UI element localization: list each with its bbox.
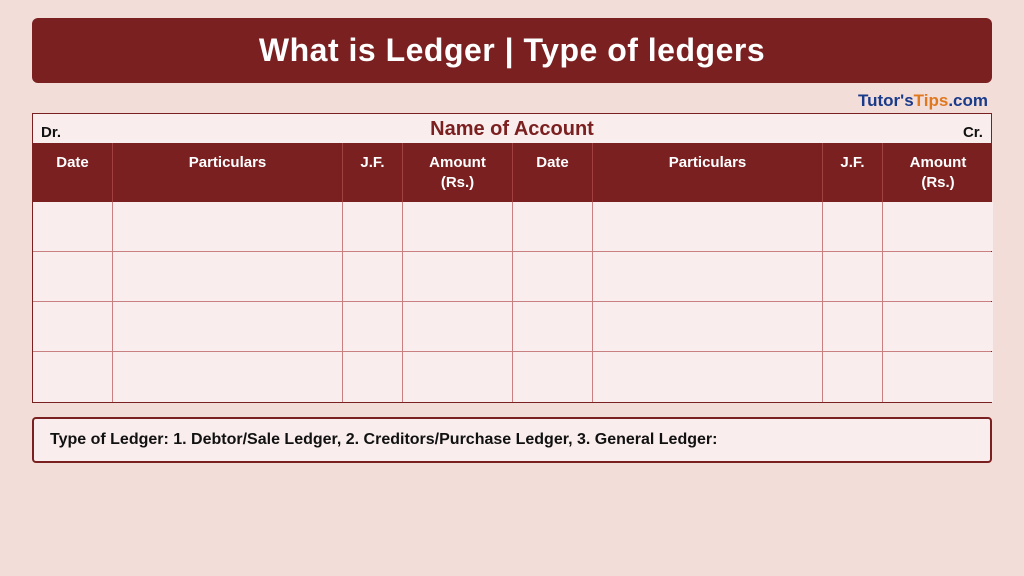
body-date-left-3 [33,302,113,351]
header-particulars-left: Particulars [113,143,343,202]
header-date-left: Date [33,143,113,202]
body-particulars-left-2 [113,252,343,301]
body-amount-right-1 [883,202,993,251]
body-particulars-right-4 [593,352,823,402]
brand-tips: Tips [914,91,949,110]
footer-text: Type of Ledger: 1. Debtor/Sale Ledger, 2… [50,431,974,449]
body-amount-right-3 [883,302,993,351]
ledger-account-name: Name of Account [430,118,594,141]
body-jf-left-1 [343,202,403,251]
body-amount-left-1 [403,202,513,251]
ledger-dr-label: Dr. [41,124,61,141]
header-amount-left: Amount(Rs.) [403,143,513,202]
body-particulars-left-3 [113,302,343,351]
header-jf-right: J.F. [823,143,883,202]
body-particulars-left-4 [113,352,343,402]
body-jf-right-2 [823,252,883,301]
brand-tutor: Tutor's [858,91,914,110]
ledger-body-row-2 [33,252,991,302]
ledger-table: Dr. Name of Account Cr. Date Particulars… [32,113,992,403]
body-date-right-3 [513,302,593,351]
body-jf-right-3 [823,302,883,351]
footer-note: Type of Ledger: 1. Debtor/Sale Ledger, 2… [32,417,992,463]
header-particulars-right: Particulars [593,143,823,202]
header-jf-left: J.F. [343,143,403,202]
body-amount-left-2 [403,252,513,301]
body-jf-right-4 [823,352,883,402]
page-title: What is Ledger | Type of ledgers [52,32,972,69]
body-date-right-4 [513,352,593,402]
body-date-right-2 [513,252,593,301]
brand-dot: .com [948,91,988,110]
ledger-body-row-4 [33,352,991,402]
body-particulars-right-2 [593,252,823,301]
body-jf-left-4 [343,352,403,402]
branding: Tutor'sTips.com [32,91,992,111]
body-jf-left-2 [343,252,403,301]
body-amount-left-4 [403,352,513,402]
body-amount-left-3 [403,302,513,351]
body-amount-right-2 [883,252,993,301]
ledger-body-row-1 [33,202,991,252]
title-bar: What is Ledger | Type of ledgers [32,18,992,83]
ledger-meta-row: Dr. Name of Account Cr. [33,114,991,143]
body-particulars-right-1 [593,202,823,251]
body-jf-left-3 [343,302,403,351]
ledger-cr-label: Cr. [963,124,983,141]
ledger-header-row: Date Particulars J.F. Amount(Rs.) Date P… [33,143,991,202]
header-amount-right: Amount(Rs.) [883,143,993,202]
body-date-left-2 [33,252,113,301]
body-particulars-left-1 [113,202,343,251]
body-date-right-1 [513,202,593,251]
body-date-left-4 [33,352,113,402]
body-jf-right-1 [823,202,883,251]
body-particulars-right-3 [593,302,823,351]
body-date-left-1 [33,202,113,251]
header-date-right: Date [513,143,593,202]
body-amount-right-4 [883,352,993,402]
ledger-body-row-3 [33,302,991,352]
